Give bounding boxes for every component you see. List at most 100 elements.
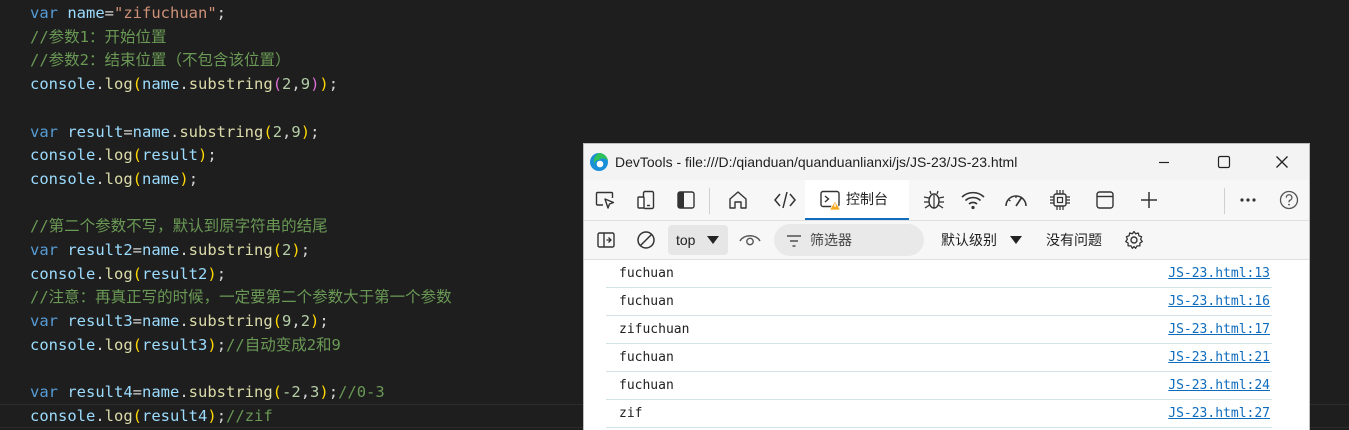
application-tab-button[interactable] [1091,186,1119,214]
inspect-element-button[interactable] [591,186,619,214]
console-log-message: fuchuan [619,294,674,309]
code-token: name [142,75,180,94]
code-token: ; [328,383,339,402]
help-question-icon [1279,190,1299,210]
code-token: var [30,241,58,259]
console-icon [820,190,842,211]
code-line: console.log(name); [30,167,198,191]
code-token: . [95,406,105,425]
code-token: . [95,264,105,283]
minimize-button[interactable] [1141,144,1187,180]
code-token: log [104,264,133,283]
code-token: result2 [58,241,133,259]
code-token: result [58,122,124,141]
sidebar-toggle-icon [597,232,615,248]
code-line: var result=name.substring(2,9); [30,120,319,144]
code-token: 9 [291,122,301,141]
device-emulation-icon [637,190,655,210]
console-log-row: fuchuan JS-23.html:24 [606,372,1272,400]
console-filter-bar: top 筛选器 默认级别 没有问题 [584,221,1309,260]
help-button[interactable] [1275,186,1303,214]
code-token: substring [188,383,273,402]
code-token: ; [216,264,227,283]
tab-console[interactable]: 控制台 [805,180,909,220]
console-log-row: fuchuan JS-23.html:16 [606,288,1272,316]
device-emulation-button[interactable] [632,186,660,214]
devtools-toolbar: 控制台 [584,180,1309,221]
welcome-home-button[interactable] [724,186,752,214]
code-token: //0-3 [338,383,385,402]
code-token: console [30,335,96,354]
code-line: //参数2：结束位置（不包含该位置） [30,48,291,72]
code-token: substring [188,75,273,94]
dock-side-button[interactable] [672,186,700,214]
code-token: ; [300,241,311,259]
console-log-source-link[interactable]: JS-23.html:13 [1168,260,1270,288]
sources-tab-button[interactable] [920,186,948,214]
console-log-source-link[interactable]: JS-23.html:24 [1168,372,1270,400]
code-token: ; [310,122,320,141]
log-level-dropdown[interactable]: 默认级别 [934,221,1029,259]
add-tool-plus-icon [1141,192,1157,208]
eye-icon [739,235,761,246]
maximize-button[interactable] [1201,144,1247,180]
code-token: ) [310,75,320,94]
code-token: 2 [282,75,292,94]
console-settings-button[interactable] [1120,226,1148,254]
more-tools-button[interactable] [1234,186,1262,214]
code-token: //zif [226,406,273,425]
code-token: //参数1：开始位置 [30,27,167,46]
code-token: //自动变成2和9 [226,335,341,354]
code-token: var [30,383,58,402]
live-expression-button[interactable] [736,226,764,254]
code-token: . [179,312,189,331]
code-token: //参数2：结束位置（不包含该位置） [30,51,291,70]
devtools-window: DevTools - file:///D:/qianduan/quanduanl… [583,143,1310,430]
console-log-source-link[interactable]: JS-23.html:16 [1168,288,1270,316]
add-tool-button[interactable] [1135,186,1163,214]
code-token: = [132,383,142,402]
code-line: //注意：再真正写的时候，一定要第二个参数大于第一个参数 [30,285,452,309]
clear-console-button[interactable] [632,226,660,254]
application-window-icon [1096,191,1114,209]
dock-side-icon [677,191,695,209]
code-token: ( [132,75,143,94]
inspect-element-icon [595,191,615,209]
console-log-source-link[interactable]: JS-23.html:27 [1168,400,1270,428]
code-token: . [179,241,189,259]
console-output[interactable]: fuchuan JS-23.html:13 fuchuan JS-23.html:16… [584,260,1309,430]
console-log-source-link[interactable]: JS-23.html:21 [1168,344,1270,372]
close-button[interactable] [1259,144,1305,180]
issues-counter[interactable]: 没有问题 [1046,221,1102,259]
sidebar-toggle-button[interactable] [592,226,620,254]
memory-tab-button[interactable] [1046,186,1074,214]
code-token: var [30,122,58,141]
code-token: result3 [58,312,133,331]
network-tab-button[interactable] [959,186,987,214]
code-token: ( [272,383,283,402]
code-token: ) [207,264,217,283]
code-token: ; [188,169,199,188]
code-token: = [123,122,133,141]
code-line: console.log(result3);//自动变成2和9 [30,333,341,357]
console-log-row: fuchuan JS-23.html:21 [606,344,1272,372]
more-ellipsis-icon [1240,198,1256,202]
elements-tab-button[interactable] [771,186,799,214]
code-token: ; [207,146,217,165]
code-token: name [142,241,180,259]
code-token: ) [319,383,329,402]
code-token: ) [319,75,329,94]
code-token: . [95,169,105,188]
console-log-source-link[interactable]: JS-23.html:17 [1168,316,1270,344]
code-token: . [95,75,105,94]
filter-input[interactable]: 筛选器 [774,224,924,256]
title-bar[interactable]: DevTools - file:///D:/qianduan/quanduanl… [584,144,1309,180]
code-token: ( [272,75,283,94]
code-token: name [142,383,180,402]
console-log-row: zifuchuan JS-23.html:17 [606,316,1272,344]
context-selector[interactable]: top [668,225,728,255]
performance-tab-button[interactable] [1002,186,1030,214]
code-token: ; [216,4,227,22]
code-token: "zifuchuan" [114,4,217,22]
code-line: console.log(result2); [30,262,226,286]
